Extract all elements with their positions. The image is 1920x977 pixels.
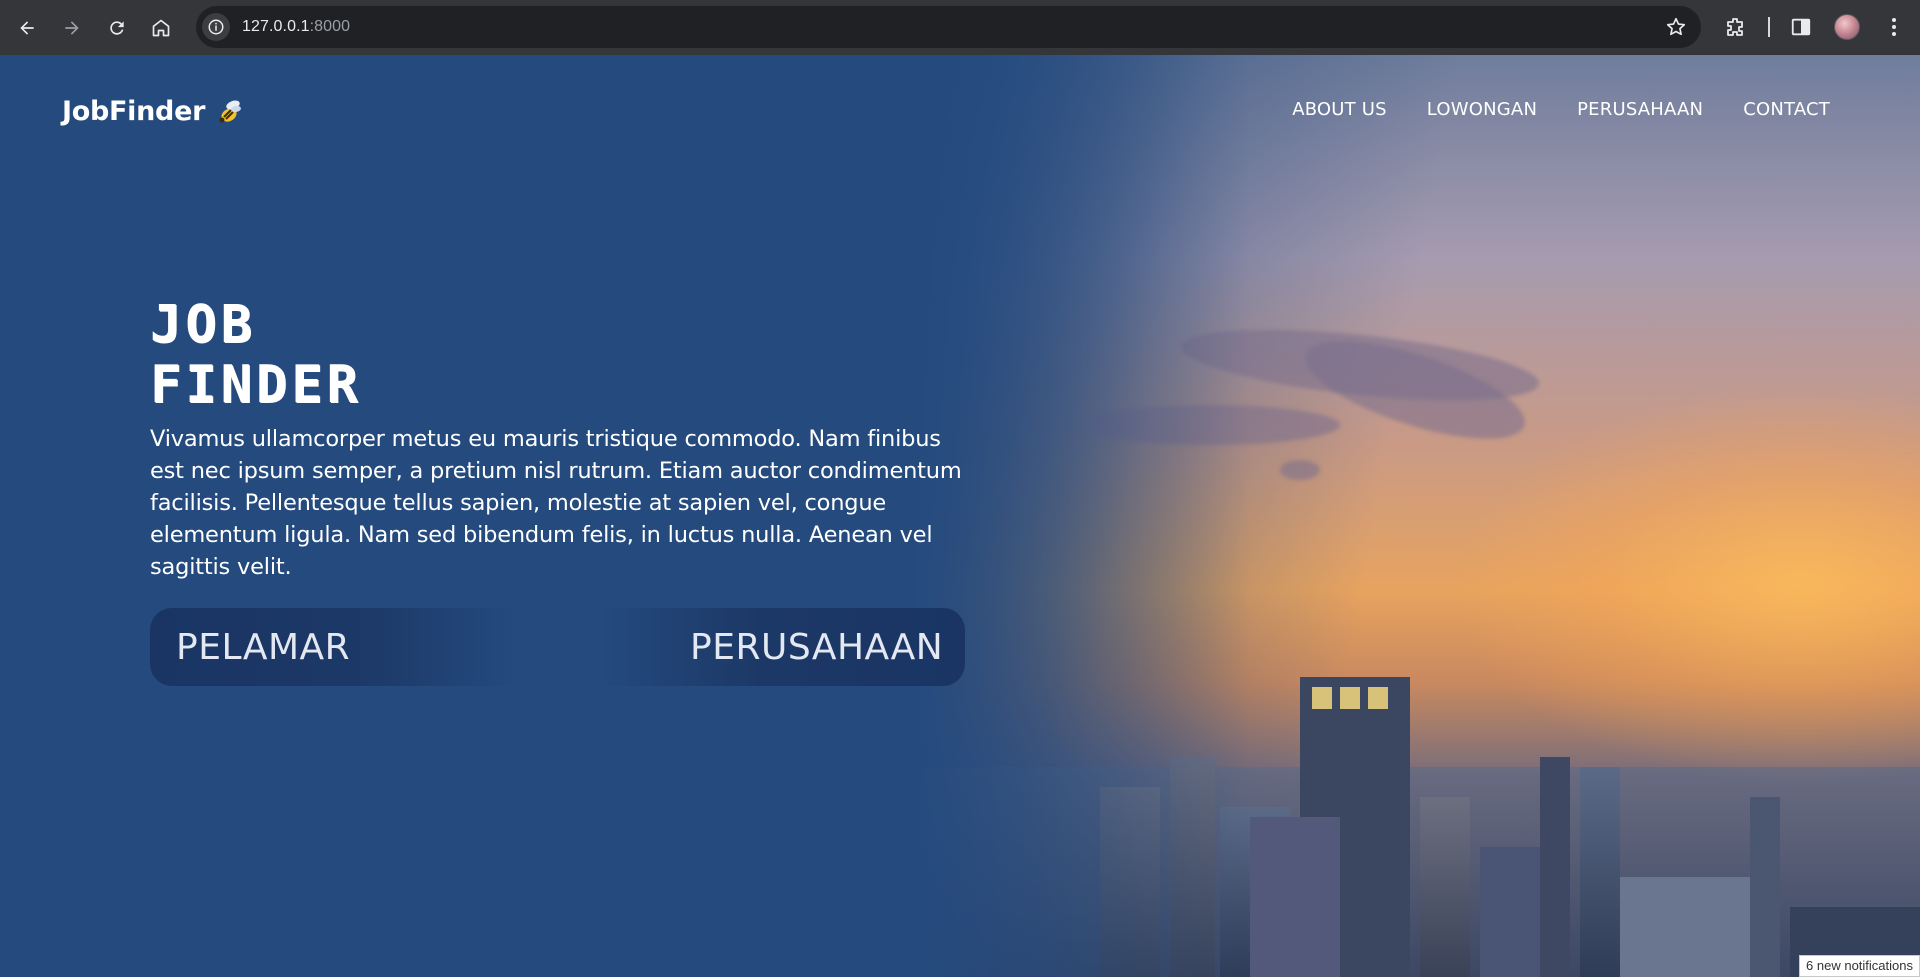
extensions-icon[interactable] [1724, 15, 1748, 39]
home-icon [152, 19, 170, 36]
reload-icon [110, 20, 124, 35]
brand-name: JobFinder [62, 95, 206, 127]
bee-icon [219, 100, 242, 123]
url-host: 127.0.0.1 [242, 18, 310, 35]
brand-logo[interactable]: JobFinder [62, 95, 245, 127]
bookmark-star-icon[interactable] [1665, 16, 1687, 38]
nav-about-us[interactable]: ABOUT US [1292, 99, 1387, 120]
nav-lowongan[interactable]: LOWONGAN [1427, 99, 1537, 120]
browser-toolbar: 127.0.0.1:8000 [0, 0, 1920, 55]
hero-title-line1: JOB [150, 295, 256, 355]
home-button[interactable] [143, 10, 179, 46]
cloud [1280, 460, 1320, 480]
address-bar[interactable]: 127.0.0.1:8000 [196, 6, 1701, 48]
landing-page: JobFinder ABOUT US LOWONGAN PERUSAHAAN C… [0, 55, 1920, 977]
arrow-left-icon [20, 20, 34, 35]
nav-contact[interactable]: CONTACT [1743, 99, 1830, 120]
menu-kebab-icon[interactable] [1882, 15, 1906, 39]
pelamar-button[interactable]: PELAMAR [176, 608, 350, 686]
arrow-right-icon [65, 20, 79, 35]
forward-button[interactable] [54, 10, 90, 46]
site-info-button[interactable] [202, 13, 230, 41]
nav-perusahaan[interactable]: PERUSAHAAN [1577, 99, 1703, 120]
url-port: :8000 [309, 18, 351, 35]
hero-description: Vivamus ullamcorper metus eu mauris tris… [150, 426, 962, 580]
info-icon [208, 19, 224, 35]
toolbar-divider [1768, 17, 1770, 37]
hero-title-line2: FINDER [150, 355, 362, 415]
url-text: 127.0.0.1:8000 [242, 18, 350, 36]
profile-avatar[interactable] [1834, 14, 1860, 40]
back-button[interactable] [9, 10, 45, 46]
notification-toast[interactable]: 6 new notifications [1799, 955, 1920, 977]
perusahaan-button[interactable]: PERUSAHAAN [690, 608, 943, 686]
reload-button[interactable] [99, 10, 135, 46]
side-panel-icon[interactable] [1790, 16, 1812, 38]
hero-title: JOB FINDER [150, 295, 362, 415]
main-navigation: ABOUT US LOWONGAN PERUSAHAAN CONTACT [1292, 99, 1830, 120]
